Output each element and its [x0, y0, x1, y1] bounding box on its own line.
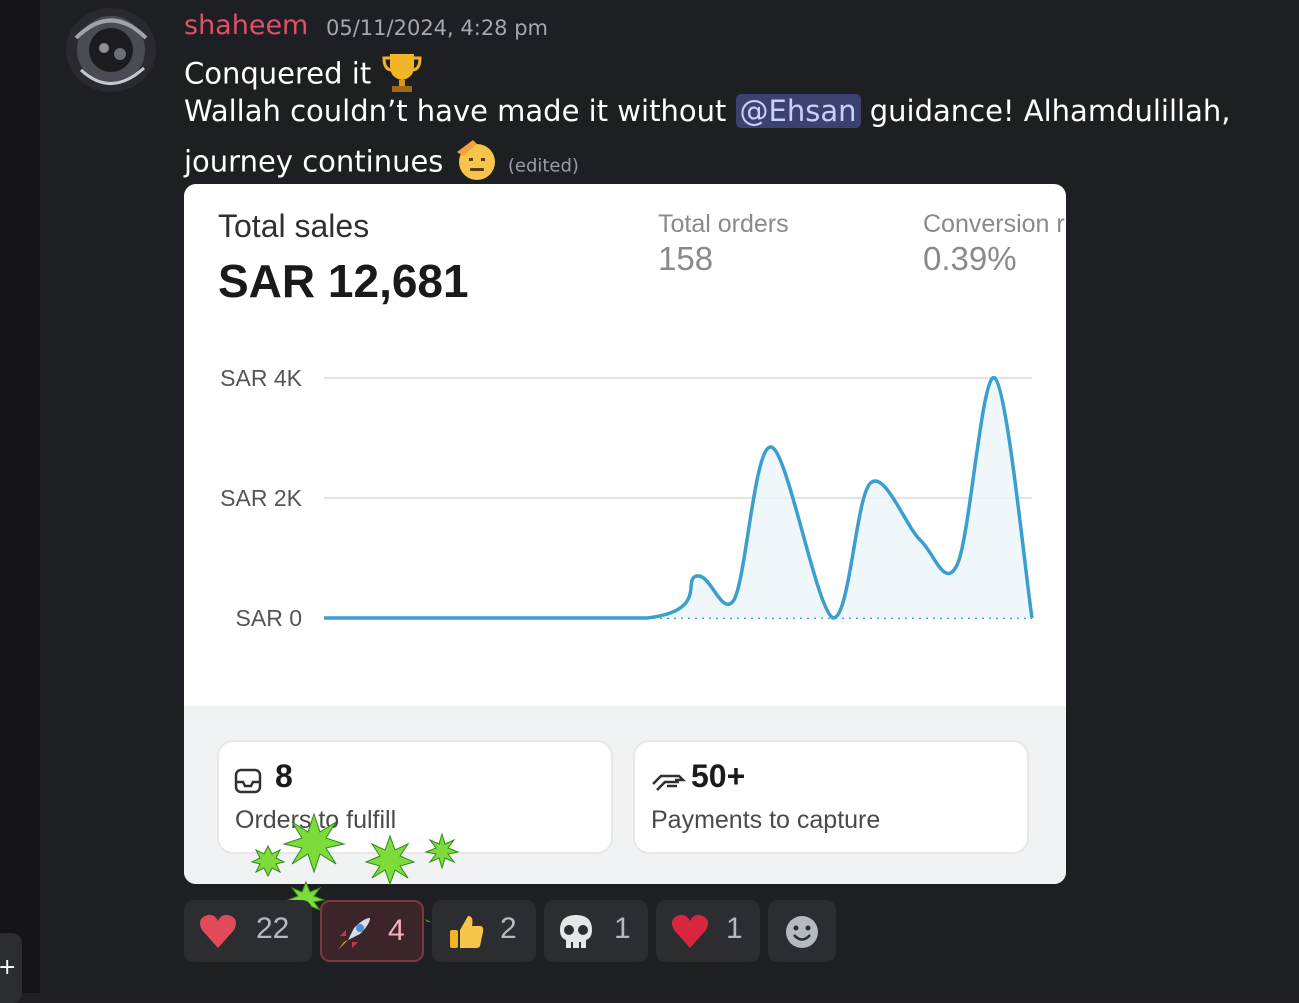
message-text: Wallah couldn’t have made it without — [184, 94, 727, 128]
avatar[interactable] — [66, 8, 156, 92]
payments-count: 50+ — [691, 758, 746, 794]
conversion-value: 0.39% — [923, 240, 1017, 277]
y-tick-label: SAR 2K — [220, 485, 302, 511]
server-rail — [0, 0, 40, 993]
rocket-icon — [334, 914, 374, 958]
reaction-skull[interactable]: 1 — [544, 900, 648, 962]
payment-hand-icon — [649, 766, 687, 800]
add-reaction-icon — [784, 914, 820, 954]
y-tick-label: SAR 0 — [236, 605, 302, 631]
message-line-3: journey continues (edited) — [184, 138, 579, 189]
plus-icon: + — [0, 955, 17, 980]
username[interactable]: shaheem — [184, 10, 308, 41]
add-reaction-button[interactable] — [768, 900, 836, 962]
reaction-count: 2 — [500, 912, 517, 945]
total-sales-label: Total sales — [218, 208, 370, 244]
heart-icon — [198, 912, 238, 954]
orders-count: 8 — [275, 758, 293, 794]
message-line-2: Wallah couldn’t have made it without @Eh… — [184, 94, 1230, 128]
reaction-count: 4 — [388, 914, 405, 947]
message-text: Conquered it — [184, 56, 372, 91]
message-text: guidance! Alhamdulillah, — [869, 94, 1231, 128]
inbox-icon — [233, 766, 263, 800]
conversion-label: Conversion r — [923, 210, 1065, 238]
total-orders-label: Total orders — [658, 210, 789, 238]
timestamp: 05/11/2024, 4:28 pm — [326, 16, 549, 40]
reaction-count: 1 — [614, 912, 631, 945]
sales-chart: SAR 4K SAR 2K SAR 0 — [220, 365, 1034, 631]
payments-label: Payments to capture — [651, 806, 881, 834]
reaction-heart[interactable]: 22 — [184, 900, 312, 962]
total-orders-value: 158 — [658, 240, 714, 277]
reaction-rocket[interactable]: 4 — [320, 900, 424, 962]
reaction-count: 1 — [726, 912, 743, 945]
reaction-red-heart[interactable]: 1 — [656, 900, 760, 962]
reaction-count: 22 — [256, 912, 290, 945]
message-text: journey continues — [184, 144, 444, 179]
saluting-face-icon — [453, 138, 499, 189]
red-heart-icon — [670, 912, 710, 954]
payments-to-capture-tile[interactable]: 50+ Payments to capture — [633, 740, 1029, 854]
user-mention[interactable]: @Ehsan — [735, 94, 861, 128]
skull-icon — [556, 912, 596, 956]
image-attachment[interactable]: Total sales SAR 12,681 Total orders 158 … — [184, 184, 1066, 884]
edited-label: (edited) — [507, 155, 579, 177]
thumbs-up-icon — [446, 912, 486, 956]
reaction-thumbs-up[interactable]: 2 — [432, 900, 536, 962]
total-sales-value: SAR 12,681 — [218, 255, 469, 307]
y-tick-label: SAR 4K — [220, 365, 302, 391]
